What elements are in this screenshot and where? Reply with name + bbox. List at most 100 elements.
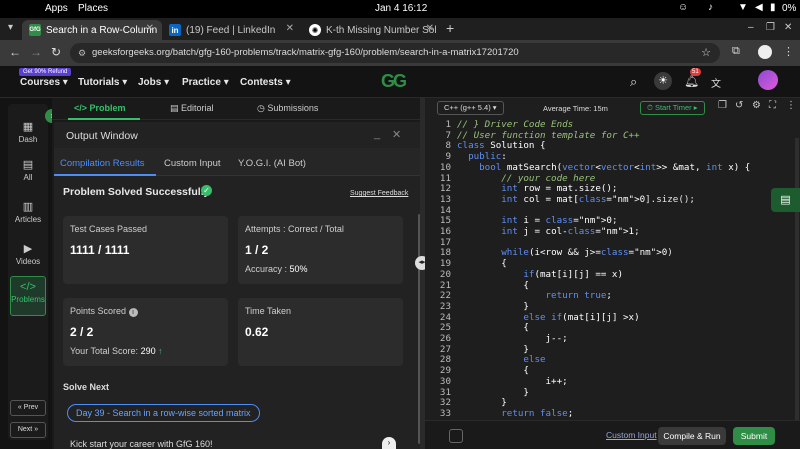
tab-editorial[interactable]: ▤ Editorial [170,103,214,114]
info-icon[interactable]: i [128,308,138,317]
tab-submissions[interactable]: ◷ Submissions [257,103,318,114]
start-timer-button[interactable]: ⏱ Start Timer ▸ [640,101,705,115]
browser-menu-icon[interactable]: ⋮ [783,45,794,58]
tab-list-icon[interactable]: ▾ [8,22,13,33]
tab-yogi-ai-bot[interactable]: Y.O.G.I. (AI Bot) [238,158,306,169]
contests-menu[interactable]: Contests ▾ [240,77,291,88]
code-area[interactable]: 1// } Driver Code Ends 7// User function … [425,120,800,420]
tutorials-menu[interactable]: Tutorials ▾ [78,77,127,88]
code-line[interactable]: 10 bool matSearch(vector<vector<int>> &m… [425,161,795,174]
extensions-icon[interactable]: ⧉ [732,45,740,58]
submit-button[interactable]: Submit [733,427,775,445]
maximize-icon[interactable]: ❐ [766,22,775,33]
minimize-icon[interactable]: – [748,22,754,33]
tab-compilation-results[interactable]: Compilation Results [60,158,144,169]
tab-problem[interactable]: </> Problem [74,103,126,113]
line-number: 10 [439,161,451,173]
prev-button[interactable]: « Prev [10,400,46,416]
compile-run-button[interactable]: Compile & Run [658,427,726,445]
theme-toggle-icon[interactable]: ☀ [654,72,672,90]
output-tabs: Compilation Results Custom Input Y.O.G.I… [54,148,420,176]
code-icon: </> [74,103,88,113]
tab-title: (19) Feed | LinkedIn [186,24,276,36]
courses-label: Courses [20,77,61,88]
suggest-feedback-link[interactable]: Suggest Feedback [350,190,408,197]
double-chevron-left-icon: « [17,404,22,411]
arrow-right-icon[interactable]: › [382,437,396,449]
next-problem-chip[interactable]: Day 39 - Search in a row-wise sorted mat… [67,404,260,422]
code-line[interactable]: 13 int col = mat[class="nm">0].size(); [425,194,795,206]
left-sidebar: ▦ Dash ▤ All ▥ Articles ▶ Videos </> Problems… [8,104,48,440]
translate-icon[interactable]: 文 [711,75,721,90]
close-icon[interactable]: ✕ [146,23,154,34]
settings-icon[interactable]: ⚙ [752,100,761,111]
notification-icon[interactable]: ♪ [708,2,713,13]
apps-menu[interactable]: Apps [45,3,68,14]
output-window: Output Window _ ✕ Compilation Results Cu… [54,122,421,449]
code-icon: </> [20,281,36,293]
tab-linkedin[interactable]: in (19) Feed | LinkedIn ✕ [162,20,302,40]
editor-footer: Custom Input Compile & Run Submit [425,420,800,449]
chevron-down-icon: ▾ [223,77,229,88]
search-icon[interactable]: ⌕ [630,74,637,90]
system-top-bar: Apps Places Jan 4 16:12 ☺ ♪ ▼ ◀ ▮ 0% [0,0,800,18]
chat-icon[interactable]: ▤ [771,188,800,212]
language-select[interactable]: C++ (g++ 5.4) ▾ [437,101,504,115]
back-icon[interactable]: ← [9,45,21,59]
address-bar-row: ← → ↻ ⚙ geeksforgeeks.org/batch/gfg-160-… [0,40,800,66]
chevron-down-icon: ▾ [492,103,497,112]
places-menu[interactable]: Places [78,3,108,14]
accuracy-label: Accuracy : [245,264,288,274]
close-icon[interactable]: ✕ [426,23,434,34]
battery-icon[interactable]: ▮ [770,2,776,13]
accessibility-icon[interactable]: ☺ [678,2,688,13]
courses-menu[interactable]: Courses ▾ [20,77,68,88]
url-field[interactable]: ⚙ geeksforgeeks.org/batch/gfg-160-proble… [70,43,720,63]
code-line[interactable]: 16 int j = col-class="nm">1; [425,226,795,238]
minimize-icon[interactable]: _ [374,128,380,140]
arrow-up-icon: ↑ [158,346,163,356]
sidebar-item-videos[interactable]: ▶ Videos [10,238,46,278]
more-options-icon[interactable]: ⋮ [786,100,796,111]
user-avatar[interactable] [758,70,778,90]
tab-gfg[interactable]: GfG Search in a Row-Column ✕ [22,20,162,40]
sidebar-item-dash[interactable]: ▦ Dash [10,116,46,156]
practice-menu[interactable]: Practice ▾ [182,77,229,88]
kickstart-text: Kick start your career with GfG 160! [70,439,213,449]
close-icon[interactable]: ✕ [392,128,401,141]
reset-icon[interactable]: ↺ [735,100,743,111]
new-tab-button[interactable]: + [446,20,454,36]
jobs-menu[interactable]: Jobs ▾ [138,77,169,88]
attempts-card: Attempts : Correct / Total 1 / 2 Accurac… [238,216,403,284]
points-value: 2 / 2 [70,325,94,339]
console-toggle[interactable] [449,429,463,443]
close-window-icon[interactable]: ✕ [784,22,792,33]
article-icon: ▥ [22,201,34,213]
custom-input-link[interactable]: Custom Input [606,430,657,440]
volume-icon[interactable]: ◀ [755,2,763,13]
code-editor-panel: C++ (g++ 5.4) ▾ Average Time: 15m ⏱ Star… [425,98,800,449]
site-info-icon[interactable]: ⚙ [78,43,86,63]
editorial-icon: ▤ [170,103,179,113]
close-icon[interactable]: ✕ [286,23,294,34]
code-scrollbar[interactable] [795,138,799,420]
clock[interactable]: Jan 4 16:12 [375,3,427,14]
next-button[interactable]: Next » [10,422,46,438]
accuracy-value: 50% [289,264,308,274]
bookmark-star-icon[interactable]: ☆ [701,43,711,63]
profile-avatar[interactable] [758,45,772,59]
tab-title: K-th Missing Number Sol [326,24,437,36]
tab-chatgpt[interactable]: ✺ K-th Missing Number Sol ✕ [302,20,442,40]
tab-custom-input[interactable]: Custom Input [164,158,221,169]
sidebar-item-articles[interactable]: ▥ Articles [10,196,46,236]
copy-icon[interactable]: ❐ [718,100,727,111]
sidebar-item-problems[interactable]: </> Problems [10,276,46,316]
fullscreen-icon[interactable]: ⛶ [769,100,776,111]
bell-icon[interactable]: 🔔︎ [684,74,699,88]
forward-icon[interactable]: → [30,45,42,59]
gfg-logo[interactable]: GG [381,71,407,92]
wifi-icon[interactable]: ▼ [738,2,748,13]
reload-icon[interactable]: ↻ [51,45,61,59]
sidebar-item-all[interactable]: ▤ All [10,154,46,194]
linkedin-favicon: in [169,24,181,36]
